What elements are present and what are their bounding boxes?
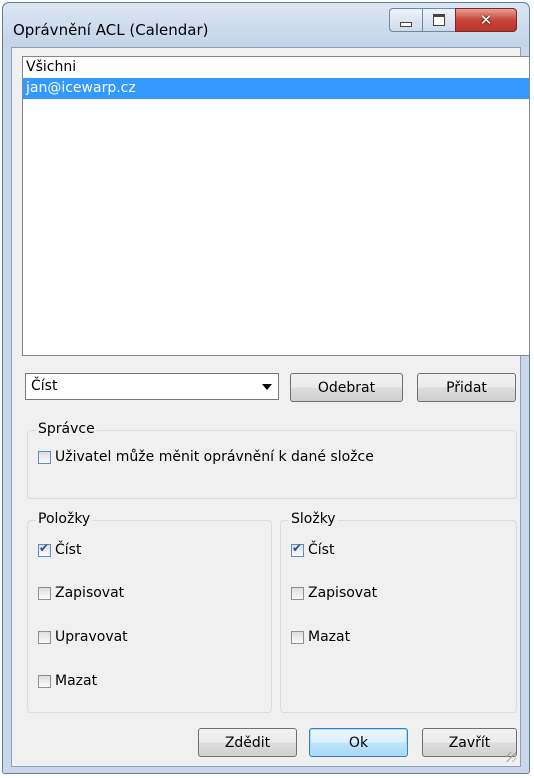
close-button[interactable]: Zavřít — [422, 728, 517, 757]
list-item-user[interactable]: jan@icewarp.cz — [23, 78, 529, 99]
dialog-body: Všichni jan@icewarp.cz Číst Odebrat Přid… — [11, 47, 530, 767]
items-read-label: Číst — [55, 542, 82, 558]
add-button[interactable]: Přidat — [417, 373, 516, 402]
items-edit-checkbox[interactable]: Upravovat — [38, 627, 128, 647]
items-write-checkbox[interactable]: Zapisovat — [38, 583, 124, 603]
close-icon: ✕ — [479, 11, 493, 29]
checkbox-box[interactable] — [291, 630, 304, 644]
checkbox-box[interactable] — [291, 541, 304, 557]
minimize-button[interactable] — [389, 8, 423, 32]
admin-permission-label: Uživatel může měnit oprávnění k dané slo… — [55, 449, 374, 465]
items-write-label: Zapisovat — [55, 585, 125, 601]
permission-select-value: Číst — [31, 378, 58, 394]
folders-group-title: Složky — [289, 511, 338, 527]
checkbox-box[interactable] — [38, 450, 51, 464]
items-delete-label: Mazat — [55, 673, 98, 689]
folders-write-checkbox[interactable]: Zapisovat — [291, 583, 377, 603]
maximize-icon — [433, 14, 445, 26]
folders-write-label: Zapisovat — [308, 585, 378, 601]
checkbox-box[interactable] — [38, 541, 51, 557]
inherit-button[interactable]: Zdědit — [198, 728, 297, 757]
chevron-down-icon[interactable] — [262, 384, 272, 390]
permission-select[interactable]: Číst — [25, 373, 279, 400]
folders-read-label: Číst — [308, 542, 335, 558]
items-group-title: Položky — [36, 511, 93, 527]
remove-button[interactable]: Odebrat — [290, 373, 403, 402]
admin-group-title: Správce — [36, 421, 97, 437]
checkbox-box[interactable] — [38, 586, 51, 600]
list-item-everyone[interactable]: Všichni — [23, 57, 529, 78]
minimize-icon — [400, 21, 412, 27]
title-bar[interactable]: Oprávnění ACL (Calendar) ✕ — [3, 3, 529, 47]
close-window-button[interactable]: ✕ — [455, 8, 517, 32]
users-listbox[interactable]: Všichni jan@icewarp.cz — [22, 56, 530, 356]
items-read-checkbox[interactable]: Číst — [38, 540, 81, 560]
items-group: Položky Číst Zapisovat Upravovat Mazat — [27, 511, 272, 713]
checkbox-box[interactable] — [38, 630, 51, 644]
maximize-button[interactable] — [422, 8, 456, 32]
folders-delete-label: Mazat — [308, 629, 351, 645]
folders-delete-checkbox[interactable]: Mazat — [291, 627, 350, 647]
window-title: Oprávnění ACL (Calendar) — [13, 21, 209, 39]
ok-button[interactable]: Ok — [309, 728, 408, 757]
admin-group: Správce Uživatel může měnit oprávnění k … — [27, 421, 517, 499]
items-delete-checkbox[interactable]: Mazat — [38, 671, 97, 691]
checkbox-box[interactable] — [38, 674, 51, 688]
folders-read-checkbox[interactable]: Číst — [291, 540, 334, 560]
items-edit-label: Upravovat — [55, 629, 128, 645]
folders-group: Složky Číst Zapisovat Mazat — [280, 511, 517, 713]
acl-dialog-window: Oprávnění ACL (Calendar) ✕ Všichni jan@i… — [2, 2, 530, 774]
checkbox-box[interactable] — [291, 586, 304, 600]
admin-permission-checkbox[interactable]: Uživatel může měnit oprávnění k dané slo… — [38, 447, 374, 467]
resize-grip[interactable] — [506, 752, 516, 762]
